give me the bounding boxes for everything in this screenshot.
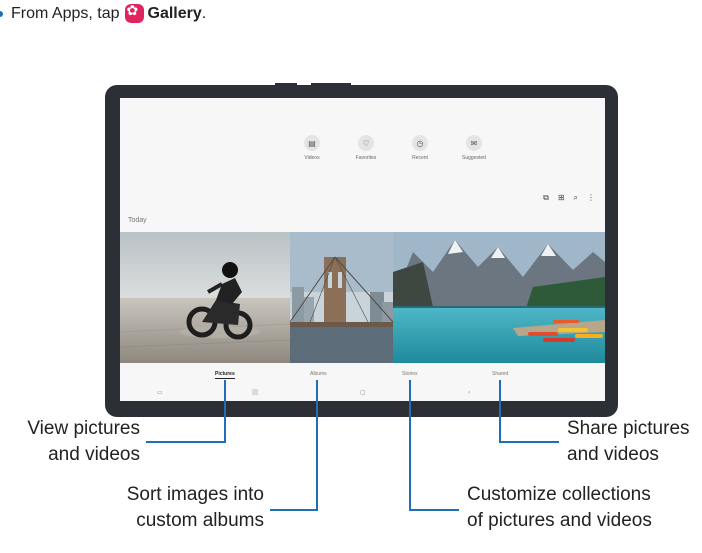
category-suggested[interactable]: ✉ Suggested [457,135,491,161]
home-icon[interactable]: ▢ [360,389,366,396]
back-icon[interactable]: ‹ [468,389,470,396]
tab-stories[interactable]: Stories [402,371,418,377]
motorcycle-desert-photo[interactable] [120,232,290,363]
instruction-prefix: From Apps, tap [11,4,120,22]
tab-shared[interactable]: Shared [492,371,508,377]
gallery-app-icon [124,3,144,23]
category-favorites[interactable]: ♡ Favorites [349,135,383,161]
instruction-line: From Apps, tap Gallery. [0,3,206,23]
callout-line-stories [409,380,411,511]
callout-line-albums [316,380,318,511]
callout-pictures: View pictures and videos [27,418,140,465]
recents-icon[interactable]: ||| [252,389,258,396]
category-row: ▤ Videos ♡ Favorites ◷ Recent ✉ Suggeste… [295,135,491,161]
suggested-icon: ✉ [466,135,482,151]
tablet-device: ▤ Videos ♡ Favorites ◷ Recent ✉ Suggeste… [105,83,618,417]
category-videos[interactable]: ▤ Videos [295,135,329,161]
callout-stories: Customize collections of pictures and vi… [467,484,652,531]
callout-line-pictures-h [146,441,226,443]
heart-icon: ♡ [358,135,374,151]
instruction-app-name: Gallery [147,4,202,22]
system-navbar: ▭ ||| ▢ ‹ [120,389,605,399]
category-recent[interactable]: ◷ Recent [403,135,437,161]
callout-line-pictures [224,380,226,442]
keyboard-icon[interactable]: ▭ [157,389,163,396]
gallery-screen: ▤ Videos ♡ Favorites ◷ Recent ✉ Suggeste… [120,98,605,401]
section-label: Today [128,217,147,224]
video-icon: ▤ [304,135,320,151]
bullet [0,10,3,17]
callout-albums: Sort images into custom albums [126,484,264,531]
more-options-icon[interactable]: ⋮ [587,193,595,203]
tab-albums[interactable]: Albums [310,371,327,377]
callout-shared: Share pictures and videos [567,418,690,465]
clock-icon: ◷ [412,135,428,151]
callout-line-shared-h [499,441,559,443]
callout-line-stories-h [409,509,459,511]
mountain-lake-photo[interactable] [393,232,605,363]
bottom-tabs: Pictures Albums Stories Shared [120,371,605,381]
bridge-photo[interactable] [290,232,393,363]
select-icon[interactable]: ⧉ [543,193,549,203]
gallery-toolbar: ⧉ ⊞ ⌕ ⋮ [543,193,595,203]
photo-grid [120,232,605,363]
search-icon[interactable]: ⌕ [574,193,578,203]
callout-line-shared [499,380,501,442]
tab-pictures[interactable]: Pictures [215,371,235,379]
create-icon[interactable]: ⊞ [558,193,565,203]
callout-line-albums-h [270,509,318,511]
